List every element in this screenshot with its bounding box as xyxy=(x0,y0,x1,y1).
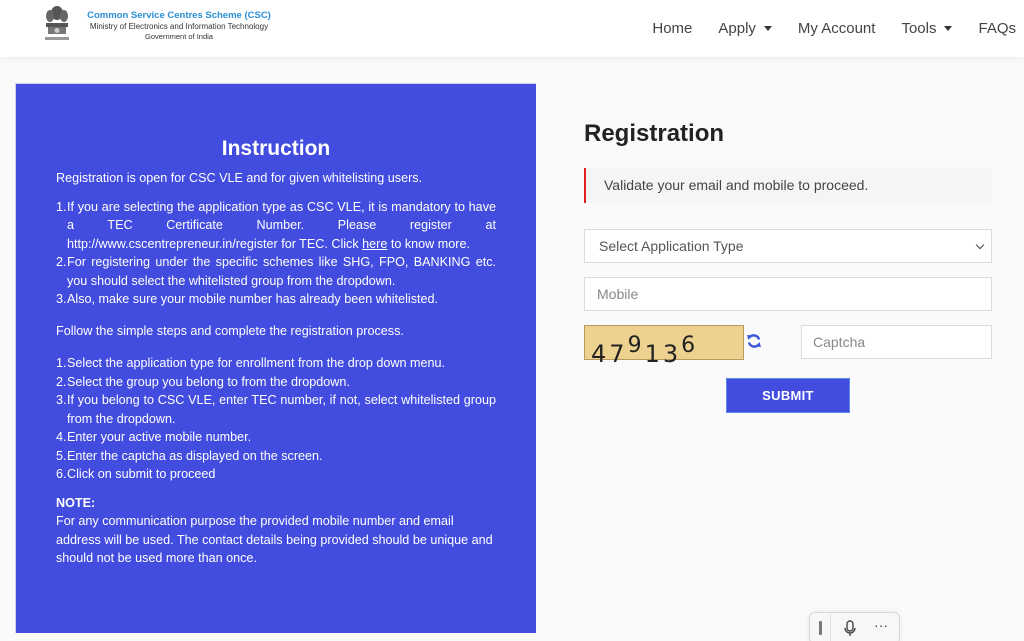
note-label: NOTE: xyxy=(56,495,96,510)
captcha-char: 4 xyxy=(591,340,610,368)
list-item: 4. Enter your active mobile number. xyxy=(56,428,496,447)
instruction-intro: Registration is open for CSC VLE and for… xyxy=(56,171,423,185)
list-text: Select the application type for enrollme… xyxy=(67,356,446,370)
site-header: Common Service Centres Scheme (CSC) Mini… xyxy=(0,0,1024,57)
list-text: Also, make sure your mobile number has a… xyxy=(67,292,439,306)
logo-text-block[interactable]: Common Service Centres Scheme (CSC) Mini… xyxy=(74,10,284,42)
nav-my-account[interactable]: My Account xyxy=(798,20,876,37)
captcha-char: 7 xyxy=(609,340,628,368)
steps-list: 1. Select the application type for enrol… xyxy=(56,354,496,484)
list-number: 6. xyxy=(56,467,67,481)
instruction-title: Instruction xyxy=(221,137,331,160)
list-number: 2. xyxy=(56,374,67,389)
list-number: 3. xyxy=(56,393,67,407)
list-number: 5. xyxy=(56,448,67,463)
validation-alert: Validate your email and mobile to procee… xyxy=(584,168,992,203)
list-text: If you belong to CSC VLE, enter TEC numb… xyxy=(67,393,496,426)
nav-home[interactable]: Home xyxy=(652,20,692,37)
main-nav: Home Apply My Account Tools FAQs xyxy=(626,0,1016,57)
more-options-icon[interactable]: ··· xyxy=(874,617,888,633)
application-type-select[interactable]: Select Application Type xyxy=(584,229,992,263)
logo-title: Common Service Centres Scheme (CSC) xyxy=(87,10,271,21)
toolbar-divider xyxy=(830,613,831,641)
nav-home-label: Home xyxy=(652,20,693,37)
nav-my-account-label: My Account xyxy=(797,20,876,37)
nav-faqs[interactable]: FAQs xyxy=(978,20,1016,37)
national-emblem-icon[interactable] xyxy=(42,4,72,50)
captcha-input[interactable] xyxy=(801,325,992,359)
caret-down-icon xyxy=(763,26,772,31)
list-item: 1. Select the application type for enrol… xyxy=(56,354,496,373)
list-item: 1. If you are selecting the application … xyxy=(56,198,496,254)
list-number: 3. xyxy=(56,292,67,306)
mobile-input[interactable] xyxy=(584,277,992,311)
nav-apply[interactable]: Apply xyxy=(718,20,772,37)
captcha-char: 1 xyxy=(644,340,663,368)
chevron-down-icon xyxy=(975,240,985,250)
note-text: For any communication purpose the provid… xyxy=(56,514,493,565)
logo-subtitle: Ministry of Electronics and Information … xyxy=(89,22,269,31)
list-text: Enter your active mobile number. xyxy=(67,430,252,444)
microphone-icon[interactable] xyxy=(843,620,857,638)
list-text: Select the group you belong to from the … xyxy=(67,374,350,389)
list-number: 2. xyxy=(56,255,67,269)
nav-faqs-label: FAQs xyxy=(978,20,1016,37)
nav-tools-label: Tools xyxy=(901,20,937,37)
list-item: 5. Enter the captcha as displayed on the… xyxy=(56,447,496,466)
registration-title: Registration xyxy=(584,120,725,147)
logo-government: Government of India xyxy=(145,32,213,41)
list-item: 2. For registering under the specific sc… xyxy=(56,253,496,290)
eligibility-list: 1. If you are selecting the application … xyxy=(56,198,496,309)
captcha-image: 479136 xyxy=(584,325,744,368)
list-item: 2. Select the group you belong to from t… xyxy=(56,373,496,392)
captcha-char: 9 xyxy=(627,333,645,358)
caret-down-icon xyxy=(944,26,953,31)
floating-toolbar: ··· xyxy=(809,612,900,641)
list-number: 1. xyxy=(56,356,67,370)
list-item: 6. Click on submit to proceed xyxy=(56,465,496,484)
list-item: 3. Also, make sure your mobile number ha… xyxy=(56,290,496,309)
nav-tools[interactable]: Tools xyxy=(901,20,953,37)
list-number: 1. xyxy=(56,199,67,214)
application-type-selected: Select Application Type xyxy=(599,238,744,254)
submit-button[interactable]: SUBMIT xyxy=(726,378,850,413)
list-text: If you are selecting the application typ… xyxy=(67,198,496,254)
list-number: 4. xyxy=(56,430,67,444)
captcha-char: 6 xyxy=(681,333,699,358)
captcha-char: 3 xyxy=(662,340,682,368)
nav-apply-label: Apply xyxy=(718,20,756,37)
instruction-panel: Instruction Registration is open for CSC… xyxy=(15,83,536,633)
list-text-part: to know more. xyxy=(387,236,470,251)
follow-steps-text: Follow the simple steps and complete the… xyxy=(56,323,404,338)
list-text: For registering under the specific schem… xyxy=(67,255,496,288)
refresh-captcha-icon[interactable] xyxy=(746,333,762,349)
drag-handle-icon[interactable] xyxy=(819,621,822,635)
here-link[interactable]: here xyxy=(362,237,387,251)
list-text: Enter the captcha as displayed on the sc… xyxy=(67,448,323,463)
list-text: Click on submit to proceed xyxy=(67,467,216,481)
list-item: 3. If you belong to CSC VLE, enter TEC n… xyxy=(56,391,496,428)
